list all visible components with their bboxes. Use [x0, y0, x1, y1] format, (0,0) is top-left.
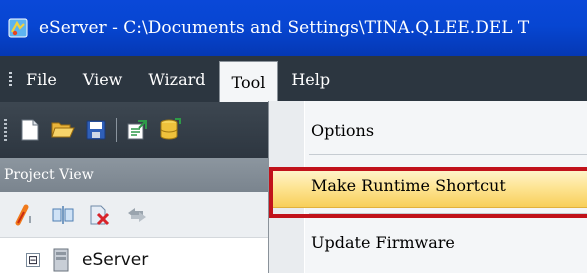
refresh-button[interactable]	[125, 203, 149, 227]
export-icon	[127, 120, 147, 140]
toolbar-separator	[116, 118, 117, 142]
menu-help[interactable]: Help	[278, 56, 343, 102]
project-view-title: Project View	[4, 167, 94, 183]
window-title-bar: eServer - C:\Documents and Settings\TINA…	[0, 0, 587, 56]
eserver-app-icon	[8, 18, 28, 38]
menu-item-update-firmware[interactable]: Update Firmware	[271, 221, 587, 263]
menu-file[interactable]: File	[20, 56, 70, 102]
delete-icon	[90, 205, 110, 225]
save-icon	[86, 120, 106, 140]
tree-node-eserver[interactable]: ⊟ eServer	[26, 248, 148, 272]
menu-separator	[309, 154, 587, 155]
split-icon	[52, 205, 74, 224]
new-file-icon	[21, 119, 39, 141]
refresh-icon	[128, 207, 146, 222]
tree-node-label: eServer	[82, 250, 149, 270]
project-view-header: Project View	[0, 158, 268, 192]
highlight-callout-box	[269, 167, 587, 218]
menubar-grip-icon[interactable]	[0, 56, 20, 102]
menu-item-label: Options	[311, 120, 375, 140]
menu-wizard[interactable]: Wizard	[135, 56, 218, 102]
server-icon	[53, 248, 69, 272]
database-button[interactable]	[157, 117, 183, 143]
menu-view[interactable]: View	[70, 56, 136, 102]
save-button[interactable]	[83, 117, 109, 143]
project-tree: ⊟ eServer	[0, 238, 268, 273]
toolbar-grip-icon[interactable]	[4, 119, 7, 141]
menu-item-options[interactable]: Options	[271, 109, 587, 151]
database-icon	[160, 118, 181, 140]
delete-button[interactable]	[88, 203, 112, 227]
export-button[interactable]	[124, 117, 150, 143]
menu-tool[interactable]: Tool	[218, 61, 279, 102]
project-view-toolbar	[0, 192, 268, 238]
open-folder-icon	[51, 122, 75, 138]
window-title: eServer - C:\Documents and Settings\TINA…	[39, 18, 530, 38]
new-file-button[interactable]	[17, 117, 43, 143]
split-button[interactable]	[51, 203, 75, 227]
menu-bar: File View Wizard Tool Help	[0, 56, 587, 102]
open-button[interactable]	[50, 117, 76, 143]
menu-item-label: Update Firmware	[311, 232, 455, 252]
link-button[interactable]	[14, 203, 38, 227]
link-icon	[15, 204, 31, 225]
main-toolbar	[0, 102, 268, 158]
collapse-icon[interactable]: ⊟	[26, 253, 40, 267]
